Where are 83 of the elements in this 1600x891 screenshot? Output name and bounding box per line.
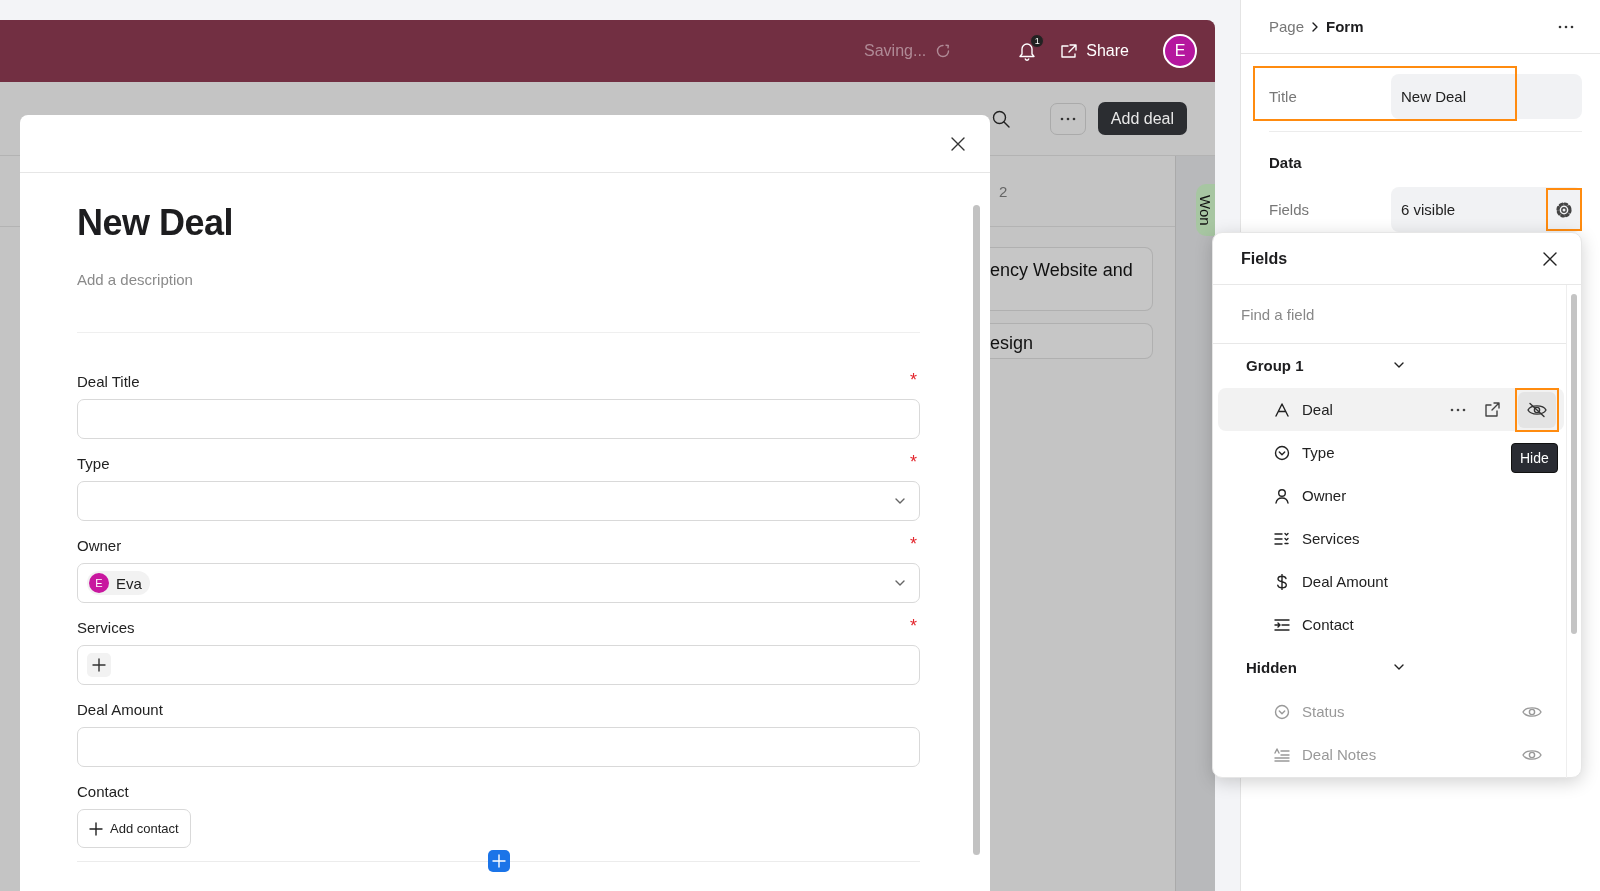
group-heading[interactable]: Group 1 bbox=[1246, 356, 1392, 374]
breadcrumb-link[interactable]: Page bbox=[1269, 18, 1305, 35]
field-list-item[interactable]: Owner bbox=[1218, 474, 1367, 517]
plus-icon bbox=[89, 821, 103, 836]
scrollbar[interactable] bbox=[973, 205, 980, 855]
open-field-button[interactable] bbox=[1484, 401, 1500, 418]
required-mark: * bbox=[910, 373, 917, 391]
dropdown-field-icon bbox=[1274, 444, 1290, 461]
eye-icon bbox=[1522, 747, 1542, 762]
settings-icon bbox=[1555, 200, 1573, 219]
dropdown-field-icon bbox=[1274, 703, 1290, 720]
required-mark: * bbox=[910, 455, 917, 473]
notes-icon bbox=[1274, 746, 1290, 763]
eye-off-icon bbox=[1527, 401, 1547, 418]
fields-summary: 6 visible bbox=[1401, 201, 1457, 218]
fields-selector[interactable]: 6 visible bbox=[1391, 187, 1582, 232]
multi-select-field[interactable] bbox=[77, 645, 920, 685]
notifications-button[interactable] bbox=[1018, 41, 1037, 61]
stage-label: Won bbox=[1196, 184, 1215, 236]
field-label: Deal Amount bbox=[77, 701, 163, 719]
description-placeholder[interactable]: Add a description bbox=[77, 271, 193, 288]
scrollbar[interactable] bbox=[1571, 294, 1577, 634]
add-field-button[interactable] bbox=[488, 850, 510, 872]
property-label: Title bbox=[1269, 88, 1298, 105]
spinner-icon bbox=[936, 44, 951, 58]
group-heading[interactable]: Hidden bbox=[1246, 658, 1392, 676]
field-label: Services bbox=[77, 619, 135, 637]
select-field[interactable]: E Eva bbox=[77, 563, 920, 603]
form-title: New Deal bbox=[77, 201, 235, 245]
add-deal-button[interactable]: Add deal bbox=[1097, 102, 1187, 135]
field-list-item[interactable]: Contact bbox=[1218, 603, 1374, 646]
select-field[interactable] bbox=[77, 481, 920, 521]
text-input[interactable] bbox=[77, 727, 920, 767]
share-button[interactable]: Share bbox=[1060, 42, 1129, 60]
popover-title: Fields bbox=[1241, 249, 1289, 268]
external-link-icon bbox=[1484, 401, 1500, 418]
eye-icon bbox=[1522, 704, 1542, 719]
field-label: Deal Title bbox=[77, 373, 140, 391]
required-mark: * bbox=[910, 537, 917, 555]
share-icon bbox=[1060, 43, 1079, 59]
search-icon bbox=[991, 109, 1010, 128]
more-icon bbox=[1558, 24, 1574, 29]
field-list-item[interactable]: Type bbox=[1218, 431, 1355, 474]
show-field-button[interactable] bbox=[1522, 704, 1542, 719]
saving-status: Saving... bbox=[864, 42, 927, 60]
bell-icon bbox=[1018, 41, 1037, 61]
add-contact-button[interactable]: Add contact bbox=[77, 809, 191, 848]
required-mark: * bbox=[910, 619, 917, 637]
tooltip: Hide bbox=[1511, 443, 1558, 473]
title-input[interactable]: New Deal bbox=[1391, 74, 1582, 119]
search-field[interactable]: Find a field bbox=[1241, 305, 1481, 323]
text-input[interactable] bbox=[77, 399, 920, 439]
text-field-icon bbox=[1274, 401, 1290, 418]
notification-badge: 1 bbox=[1030, 34, 1045, 48]
user-avatar[interactable]: E bbox=[1163, 34, 1197, 68]
person-icon bbox=[1274, 487, 1290, 504]
more-icon bbox=[1450, 407, 1466, 412]
more-button[interactable] bbox=[1450, 407, 1466, 412]
show-field-button[interactable] bbox=[1522, 747, 1542, 762]
field-list-item[interactable]: Deal Amount bbox=[1218, 560, 1408, 603]
close-icon bbox=[951, 136, 965, 151]
field-label: Owner bbox=[77, 537, 122, 555]
list-icon bbox=[1274, 530, 1290, 547]
plus-icon bbox=[492, 854, 506, 868]
linked-record-icon bbox=[1274, 616, 1290, 633]
deal-card[interactable]: ency Website and bbox=[990, 247, 1153, 311]
property-label: Fields bbox=[1269, 201, 1310, 218]
breadcrumb-current: Form bbox=[1326, 18, 1364, 35]
plus-icon bbox=[92, 658, 106, 672]
dollar-icon bbox=[1274, 573, 1290, 590]
add-item-button[interactable] bbox=[87, 653, 111, 677]
column-count: 2 bbox=[999, 182, 1008, 200]
settings-button[interactable] bbox=[1546, 188, 1582, 231]
deal-card[interactable]: esign bbox=[990, 323, 1153, 359]
field-list-item[interactable]: Services bbox=[1218, 517, 1380, 560]
field-label: Contact bbox=[77, 783, 129, 801]
user-chip[interactable]: E Eva bbox=[87, 571, 150, 595]
more-icon bbox=[1059, 116, 1076, 121]
field-list-item[interactable]: Deal bbox=[1218, 388, 1564, 431]
close-icon bbox=[1543, 251, 1557, 266]
section-heading: Data bbox=[1269, 154, 1303, 171]
user-avatar: E bbox=[89, 573, 109, 593]
field-label: Type bbox=[77, 455, 110, 473]
